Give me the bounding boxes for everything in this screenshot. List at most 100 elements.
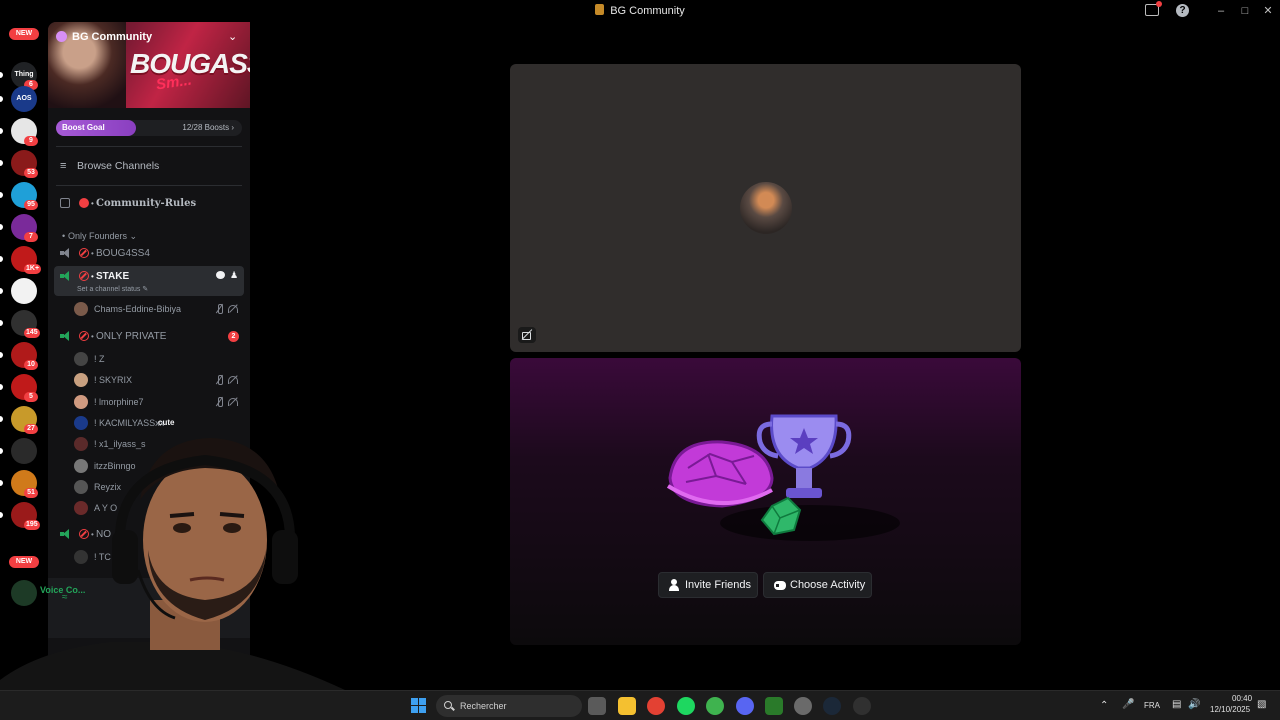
- invite-friends-label: Invite Friends: [685, 579, 752, 591]
- channel-status-text: Set a channel status: [77, 286, 141, 293]
- discord-icon[interactable]: [736, 697, 754, 715]
- voice-member[interactable]: ! Z: [74, 349, 242, 369]
- browse-channels-label: Browse Channels: [77, 160, 160, 172]
- inbox-icon[interactable]: [1145, 1, 1162, 16]
- channel-status[interactable]: Set a channel status ✎: [77, 285, 148, 293]
- voice-member[interactable]: ! SKYRIX: [74, 370, 242, 390]
- volume-icon[interactable]: 🔊: [1188, 699, 1200, 710]
- steam-icon[interactable]: [823, 697, 841, 715]
- minimize-icon[interactable]: –: [1212, 2, 1230, 20]
- server-icon[interactable]: [11, 278, 37, 304]
- member-name: ! lmorphine7: [94, 396, 144, 407]
- voice-member[interactable]: Chams-Eddine-Bibiya: [74, 299, 242, 319]
- separator-dot: •: [91, 249, 94, 258]
- divider: [56, 185, 242, 186]
- no-entry-icon: [79, 198, 89, 208]
- avatar: [74, 373, 88, 388]
- server-badge: 5: [24, 392, 38, 402]
- unread-pip: [0, 288, 3, 294]
- server-icon[interactable]: AOS: [11, 86, 37, 112]
- browse-channels[interactable]: ≡ Browse Channels: [54, 155, 244, 175]
- notifications-icon[interactable]: ▧: [1257, 699, 1266, 710]
- boost-count-text: 12/28 Boosts: [182, 123, 230, 132]
- search-icon: [444, 701, 452, 709]
- deafen-icon: [228, 397, 238, 407]
- channel-only-private[interactable]: • ONLY PRIVATE 2: [54, 326, 244, 346]
- kick-icon[interactable]: [706, 697, 724, 715]
- category-dot: •: [62, 231, 66, 241]
- rules-checkbox-icon: [60, 198, 70, 208]
- unread-pip: [0, 72, 3, 78]
- server-banner: BOUGASSAA Sm... BG Community ⌄: [48, 22, 250, 108]
- add-member-icon[interactable]: ♟: [230, 270, 238, 281]
- obs-icon[interactable]: [853, 697, 871, 715]
- file-explorer-icon[interactable]: [618, 697, 636, 715]
- unread-pip: [0, 256, 3, 262]
- new-unreads-pill[interactable]: NEW: [9, 28, 39, 40]
- unread-pip: [0, 224, 3, 230]
- channel-community-rules[interactable]: • Community-Rules: [54, 193, 244, 213]
- mute-icon: [214, 375, 224, 386]
- member-tag: cute: [158, 417, 175, 427]
- help-icon[interactable]: ?: [1176, 4, 1189, 17]
- app-logo-icon: [595, 4, 605, 15]
- network-icon[interactable]: ▤: [1172, 699, 1181, 710]
- tray-chevron-icon[interactable]: ⌃: [1100, 700, 1108, 711]
- deafen-icon: [228, 375, 238, 385]
- clock-time[interactable]: 00:40: [1232, 694, 1252, 703]
- participant-tile[interactable]: [510, 64, 1021, 352]
- activity-tile: Invite Friends Choose Activity: [510, 358, 1021, 645]
- taskbar-search[interactable]: Rechercher: [436, 695, 582, 717]
- channel-boug4ss4[interactable]: • BOUG4SS4: [54, 243, 244, 263]
- member-name: ! Z: [94, 354, 105, 364]
- camera-off-icon: [518, 327, 536, 343]
- avatar: [74, 394, 88, 409]
- boost-goal-bar[interactable]: Boost Goal 12/28 Boosts ›: [56, 120, 242, 136]
- channel-stake[interactable]: • STAKE Set a channel status ✎ ♟: [54, 266, 244, 296]
- microphone-icon[interactable]: 🎤: [1122, 699, 1134, 710]
- activity-illustration: [666, 414, 900, 541]
- spotify-icon[interactable]: [677, 697, 695, 715]
- speaker-icon: [60, 248, 72, 258]
- windows-start-icon[interactable]: [411, 698, 427, 714]
- server-badge: 7: [24, 232, 38, 242]
- boost-count: 12/28 Boosts ›: [182, 123, 234, 132]
- list-icon: ≡: [60, 160, 67, 172]
- server-name[interactable]: BG Community: [56, 31, 152, 43]
- no-entry-icon: [79, 331, 89, 341]
- task-view-icon[interactable]: [588, 697, 606, 715]
- avatar: [74, 352, 88, 366]
- avatar: [74, 302, 88, 316]
- avatar: [74, 415, 88, 430]
- chrome-icon[interactable]: [647, 697, 665, 715]
- choose-activity-label: Choose Activity: [790, 579, 866, 591]
- maximize-icon[interactable]: □: [1236, 2, 1254, 20]
- taskbar: Rechercher ⌃ 🎤 FRA ▤ 🔊 00:40 12/10/2025 …: [0, 690, 1280, 720]
- voice-member[interactable]: ! lmorphine7: [74, 392, 242, 412]
- add-friend-icon: [669, 579, 681, 591]
- mute-icon: [214, 396, 224, 407]
- chat-bubble-icon[interactable]: [216, 271, 225, 279]
- title-bar: BG Community ? – □ ✕: [0, 0, 1280, 22]
- boost-goal-label: Boost Goal: [62, 123, 105, 132]
- clock-date[interactable]: 12/10/2025: [1210, 705, 1250, 714]
- server-badge: 1K+: [24, 264, 42, 274]
- chevron-down-icon[interactable]: ⌄: [228, 30, 237, 43]
- separator-dot: •: [91, 332, 94, 341]
- choose-activity-button[interactable]: Choose Activity: [763, 572, 872, 598]
- invite-friends-button[interactable]: Invite Friends: [658, 572, 758, 598]
- unread-pip: [0, 96, 3, 102]
- window-title-text: BG Community: [610, 5, 685, 17]
- rules-channel-label: Community-Rules: [96, 198, 197, 209]
- gamepad-icon: [774, 581, 786, 590]
- mention-badge: 2: [228, 331, 239, 342]
- language-indicator[interactable]: FRA: [1144, 701, 1160, 710]
- search-placeholder: Rechercher: [460, 701, 507, 711]
- speaker-active-icon: [60, 271, 72, 281]
- deafen-icon: [228, 304, 238, 314]
- member-name: ! KACMILYASSxx: [94, 417, 165, 428]
- close-icon[interactable]: ✕: [1259, 2, 1277, 20]
- terminal-icon[interactable]: [765, 697, 783, 715]
- settings-icon[interactable]: [794, 697, 812, 715]
- category-label: Only Founders ⌄: [68, 231, 138, 241]
